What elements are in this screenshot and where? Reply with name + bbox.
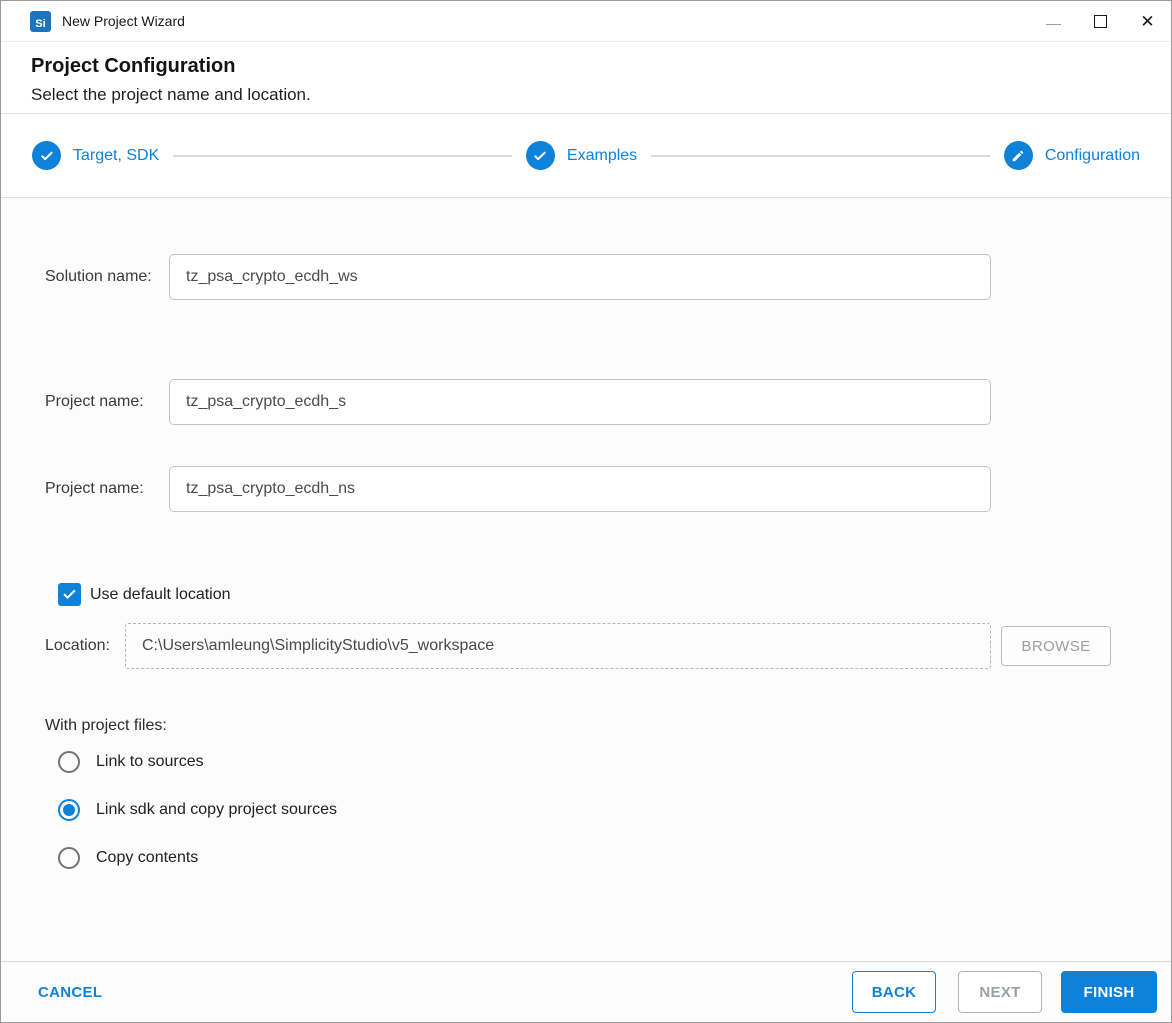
- use-default-location-checkbox[interactable]: [58, 583, 81, 606]
- wizard-header: Project Configuration Select the project…: [1, 42, 1171, 114]
- window-title: New Project Wizard: [62, 13, 185, 29]
- radio-unselected-icon[interactable]: [58, 847, 80, 869]
- app-logo-icon: Si: [30, 10, 51, 32]
- project-name-nonsecure-row: Project name:: [1, 466, 1171, 512]
- solution-name-label: Solution name:: [45, 268, 152, 285]
- close-button[interactable]: ✕: [1124, 1, 1171, 41]
- page-subtitle: Select the project name and location.: [31, 85, 311, 104]
- radio-option-link-sdk-copy-sources[interactable]: Link sdk and copy project sources: [1, 799, 1171, 821]
- close-icon: ✕: [1140, 11, 1155, 31]
- step-target-sdk-label[interactable]: Target, SDK: [73, 147, 159, 165]
- browse-button[interactable]: BROWSE: [1001, 626, 1111, 666]
- step-configuration-pencil-icon: [1003, 141, 1033, 170]
- radio-unselected-icon[interactable]: [58, 751, 80, 773]
- minimize-button[interactable]: [1030, 1, 1077, 41]
- location-row: Location: BROWSE: [1, 623, 1171, 669]
- cancel-button[interactable]: CANCEL: [38, 984, 102, 1001]
- use-default-location-row: Use default location: [1, 583, 1171, 606]
- solution-name-input[interactable]: [169, 254, 991, 300]
- location-label: Location:: [45, 637, 110, 654]
- radio-option-link-to-sources[interactable]: Link to sources: [1, 751, 1171, 773]
- finish-button[interactable]: FINISH: [1061, 971, 1157, 1013]
- next-button[interactable]: NEXT: [958, 971, 1042, 1013]
- radio-selected-icon[interactable]: [58, 799, 80, 821]
- maximize-button[interactable]: [1077, 1, 1124, 41]
- solution-name-row: Solution name:: [1, 254, 1171, 300]
- wizard-footer: CANCEL BACK NEXT FINISH: [1, 961, 1171, 1022]
- project-name-label: Project name:: [45, 480, 144, 497]
- minimize-icon: [1046, 23, 1061, 25]
- project-name-secure-input[interactable]: [169, 379, 991, 425]
- use-default-location-label: Use default location: [90, 585, 231, 603]
- check-icon: [63, 589, 76, 600]
- step-examples-check-icon: [525, 141, 555, 170]
- project-name-secure-row: Project name:: [1, 379, 1171, 425]
- stepper-connector: [173, 154, 512, 157]
- radio-label: Copy contents: [96, 849, 199, 866]
- step-configuration-label[interactable]: Configuration: [1045, 147, 1140, 165]
- titlebar: Si New Project Wizard ✕: [1, 1, 1171, 42]
- radio-label: Link sdk and copy project sources: [96, 801, 338, 818]
- footer-button-group: BACK NEXT FINISH: [852, 971, 1157, 1013]
- wizard-content: Solution name: Project name: Project nam…: [1, 198, 1171, 961]
- radio-label: Link to sources: [96, 753, 204, 770]
- with-project-files-label: With project files:: [45, 717, 167, 734]
- radio-dot: [63, 756, 75, 768]
- with-project-files-row: With project files:: [1, 717, 1171, 735]
- step-target-sdk-check-icon: [32, 141, 61, 170]
- location-input[interactable]: [125, 623, 991, 669]
- new-project-wizard-window: Si New Project Wizard ✕ Project Configur…: [0, 0, 1172, 1023]
- wizard-stepper: Target, SDK Examples Configuration: [1, 114, 1171, 198]
- project-name-nonsecure-input[interactable]: [169, 466, 991, 512]
- step-examples-label[interactable]: Examples: [567, 147, 637, 165]
- radio-option-copy-contents[interactable]: Copy contents: [1, 847, 1171, 869]
- radio-dot: [63, 852, 75, 864]
- maximize-icon: [1094, 14, 1107, 28]
- page-title: Project Configuration: [31, 55, 236, 77]
- radio-dot: [63, 804, 75, 816]
- window-controls: ✕: [1030, 1, 1171, 41]
- stepper-connector: [651, 154, 990, 157]
- project-name-label: Project name:: [45, 393, 144, 410]
- back-button[interactable]: BACK: [852, 971, 936, 1013]
